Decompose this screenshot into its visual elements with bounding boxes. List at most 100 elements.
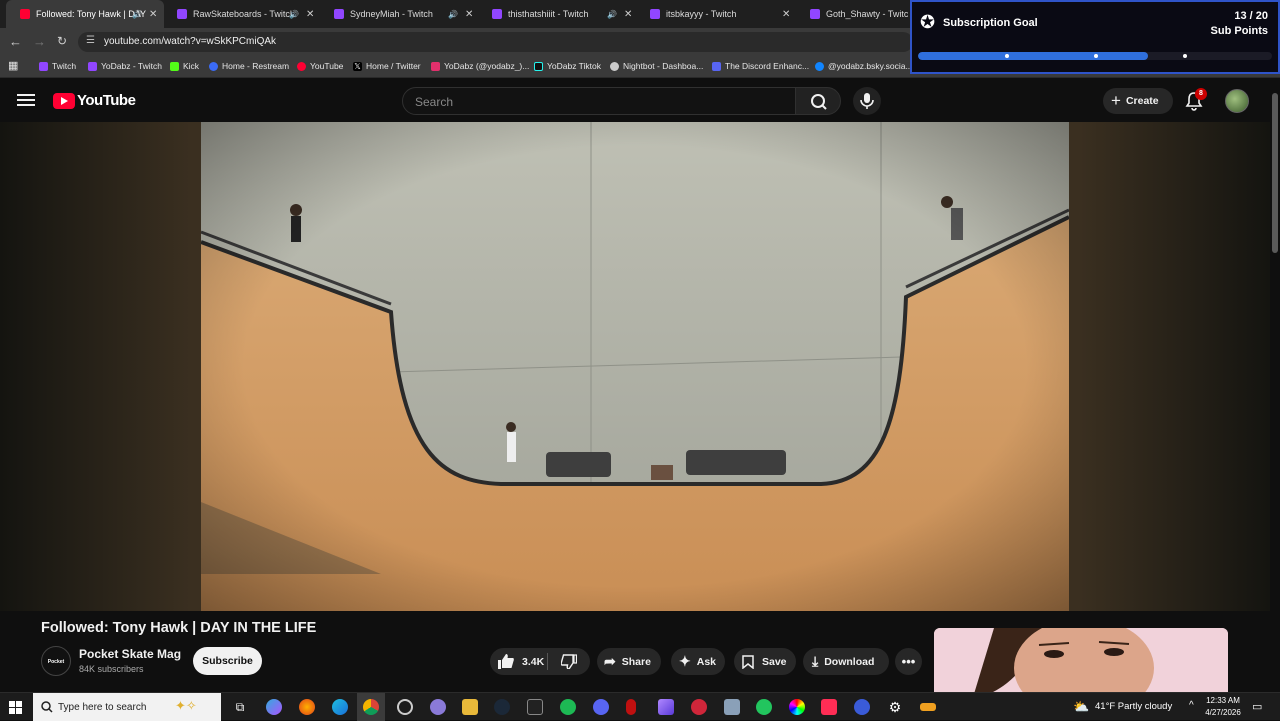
edge-icon[interactable]: [332, 699, 348, 715]
bookmark-bluesky[interactable]: @yodabz.bsky.socia...: [815, 61, 913, 71]
firefox-icon[interactable]: [299, 699, 315, 715]
bookmark-nightbot[interactable]: Nightbot - Dashboa...: [610, 61, 703, 71]
app-icon[interactable]: [724, 699, 740, 715]
microphone-icon: [860, 93, 874, 109]
tab-twitch-thisthatshiiit[interactable]: thisthatshiiit - Twitch 🔊 ✕: [478, 0, 634, 28]
tab-twitch-rawskateboards[interactable]: RawSkateboards - Twitch 🔊 ✕: [163, 0, 319, 28]
app-icon[interactable]: [854, 699, 870, 715]
tab-twitch-gothshawty[interactable]: Goth_Shawty - Twitch: [796, 0, 908, 28]
forward-arrow-icon[interactable]: →: [33, 34, 46, 49]
bookmark-yodabz-twitch[interactable]: YoDabz - Twitch: [88, 61, 162, 71]
bookmark-instagram[interactable]: YoDabz (@yodabz_)...: [431, 61, 529, 71]
app-icon[interactable]: [789, 699, 805, 715]
notifications-badge: 8: [1195, 88, 1207, 100]
save-button[interactable]: Save: [734, 648, 796, 675]
app-icon[interactable]: [658, 699, 674, 715]
weather-text[interactable]: 41°F Partly cloudy: [1095, 701, 1172, 712]
back-arrow-icon[interactable]: ←: [9, 34, 22, 49]
app-icon[interactable]: [430, 699, 446, 715]
spotify-icon[interactable]: [560, 699, 576, 715]
scrollbar-thumb[interactable]: [1272, 93, 1278, 253]
star-icon: ✪: [920, 12, 936, 32]
bookmark-twitter[interactable]: 𝕏 Home / Twitter: [353, 61, 421, 71]
channel-name[interactable]: Pocket Skate Mag: [79, 647, 181, 661]
close-tab-icon[interactable]: ✕: [465, 9, 473, 20]
nightbot-icon: [610, 61, 619, 71]
instagram-icon: [431, 61, 440, 71]
file-explorer-icon[interactable]: [462, 699, 478, 715]
video-player[interactable]: [0, 122, 1270, 611]
channel-avatar[interactable]: Pocket: [41, 646, 71, 676]
tab-youtube[interactable]: Followed: Tony Hawk | DAY 🔊 ✕: [6, 0, 164, 28]
sidebar-ad-thumbnail[interactable]: [934, 628, 1228, 694]
tab-twitch-sydneymiah[interactable]: SydneyMiah - Twitch 🔊 ✕: [320, 0, 476, 28]
share-button[interactable]: ➦ Share: [597, 648, 661, 675]
chevron-up-icon[interactable]: ^: [1189, 700, 1194, 711]
skate-ramp-scene: [201, 122, 1069, 611]
progress-marker: [1005, 54, 1009, 58]
settings-gear-icon[interactable]: ⚙: [887, 699, 903, 715]
download-button[interactable]: ⤓ Download: [803, 648, 889, 675]
notifications-icon[interactable]: ▭: [1252, 700, 1262, 713]
speaker-icon[interactable]: 🔊: [607, 10, 617, 19]
bookmark-tiktok[interactable]: YoDabz Tiktok: [534, 61, 601, 71]
app-icon[interactable]: [626, 699, 636, 715]
windows-start-icon[interactable]: [9, 701, 22, 714]
more-horizontal-icon: •••: [901, 654, 916, 669]
bookmark-discord-enhancer[interactable]: The Discord Enhanc...: [712, 61, 809, 71]
bookmark-restream[interactable]: Home - Restream: [209, 61, 289, 71]
bookmark-youtube[interactable]: YouTube: [297, 61, 343, 71]
search-button[interactable]: [795, 87, 841, 115]
sparkle-icon: ✦: [679, 653, 691, 669]
close-tab-icon[interactable]: ✕: [782, 9, 790, 20]
youtube-play-icon: [53, 92, 75, 109]
voice-search-button[interactable]: [853, 87, 881, 115]
subscription-goal-title: Subscription Goal: [943, 17, 1038, 29]
menu-icon[interactable]: [17, 92, 35, 108]
create-button[interactable]: + Create: [1103, 88, 1173, 114]
search-highlight-icon: ✦✧: [175, 698, 197, 713]
apps-grid-icon[interactable]: ▦: [8, 59, 18, 72]
task-view-icon[interactable]: ⧉: [232, 699, 248, 715]
page-scrollbar[interactable]: [1270, 79, 1280, 691]
youtube-logo[interactable]: YouTube: [53, 92, 136, 109]
tab-twitch-itsbkayyy[interactable]: itsbkayyy - Twitch ✕: [636, 0, 796, 28]
bookmark-kick[interactable]: Kick: [170, 61, 199, 71]
taskbar-search-input[interactable]: Type here to search ✦✧: [33, 693, 221, 721]
close-tab-icon[interactable]: ✕: [624, 9, 632, 20]
steam-icon[interactable]: [494, 699, 510, 715]
clock[interactable]: 12:33 AM 4/27/2026: [1200, 695, 1246, 719]
account-avatar[interactable]: [1225, 89, 1249, 113]
search-input[interactable]: Search: [402, 87, 796, 115]
tiktok-live-icon[interactable]: [821, 699, 837, 715]
speaker-icon[interactable]: 🔊: [289, 10, 299, 19]
weather-icon: ⛅: [1073, 699, 1090, 714]
video-frame[interactable]: [201, 122, 1069, 611]
bookmark-twitch[interactable]: Twitch: [39, 61, 76, 71]
download-icon: ⤓: [812, 653, 819, 669]
site-settings-icon[interactable]: ☰: [86, 35, 95, 46]
close-tab-icon[interactable]: ✕: [306, 9, 314, 20]
subscribe-button[interactable]: Subscribe: [193, 647, 262, 675]
close-tab-icon[interactable]: ✕: [149, 9, 157, 20]
obs-icon[interactable]: [397, 699, 413, 715]
chrome-icon[interactable]: [363, 699, 379, 715]
kick-icon: [170, 61, 179, 71]
app-icon[interactable]: [691, 699, 707, 715]
twitch-favicon-icon: [650, 9, 660, 19]
twitch-favicon-icon: [177, 9, 187, 19]
like-button[interactable]: 3.4K: [498, 654, 544, 669]
speaker-icon[interactable]: 🔊: [448, 10, 458, 19]
ask-button[interactable]: ✦ Ask: [671, 648, 725, 675]
discord-icon[interactable]: [593, 699, 609, 715]
reload-icon[interactable]: ↻: [57, 34, 67, 48]
more-actions-button[interactable]: •••: [895, 648, 922, 675]
thumbs-down-icon[interactable]: [561, 654, 577, 669]
app-icon[interactable]: [756, 699, 772, 715]
copilot-icon[interactable]: [266, 699, 282, 715]
speaker-icon[interactable]: 🔊: [132, 10, 142, 19]
epic-games-icon[interactable]: [527, 699, 543, 715]
like-dislike-group: 3.4K: [490, 648, 590, 675]
app-icon[interactable]: [920, 703, 936, 711]
url-field[interactable]: ☰ youtube.com/watch?v=wSkKPCmiQAk: [78, 32, 913, 52]
